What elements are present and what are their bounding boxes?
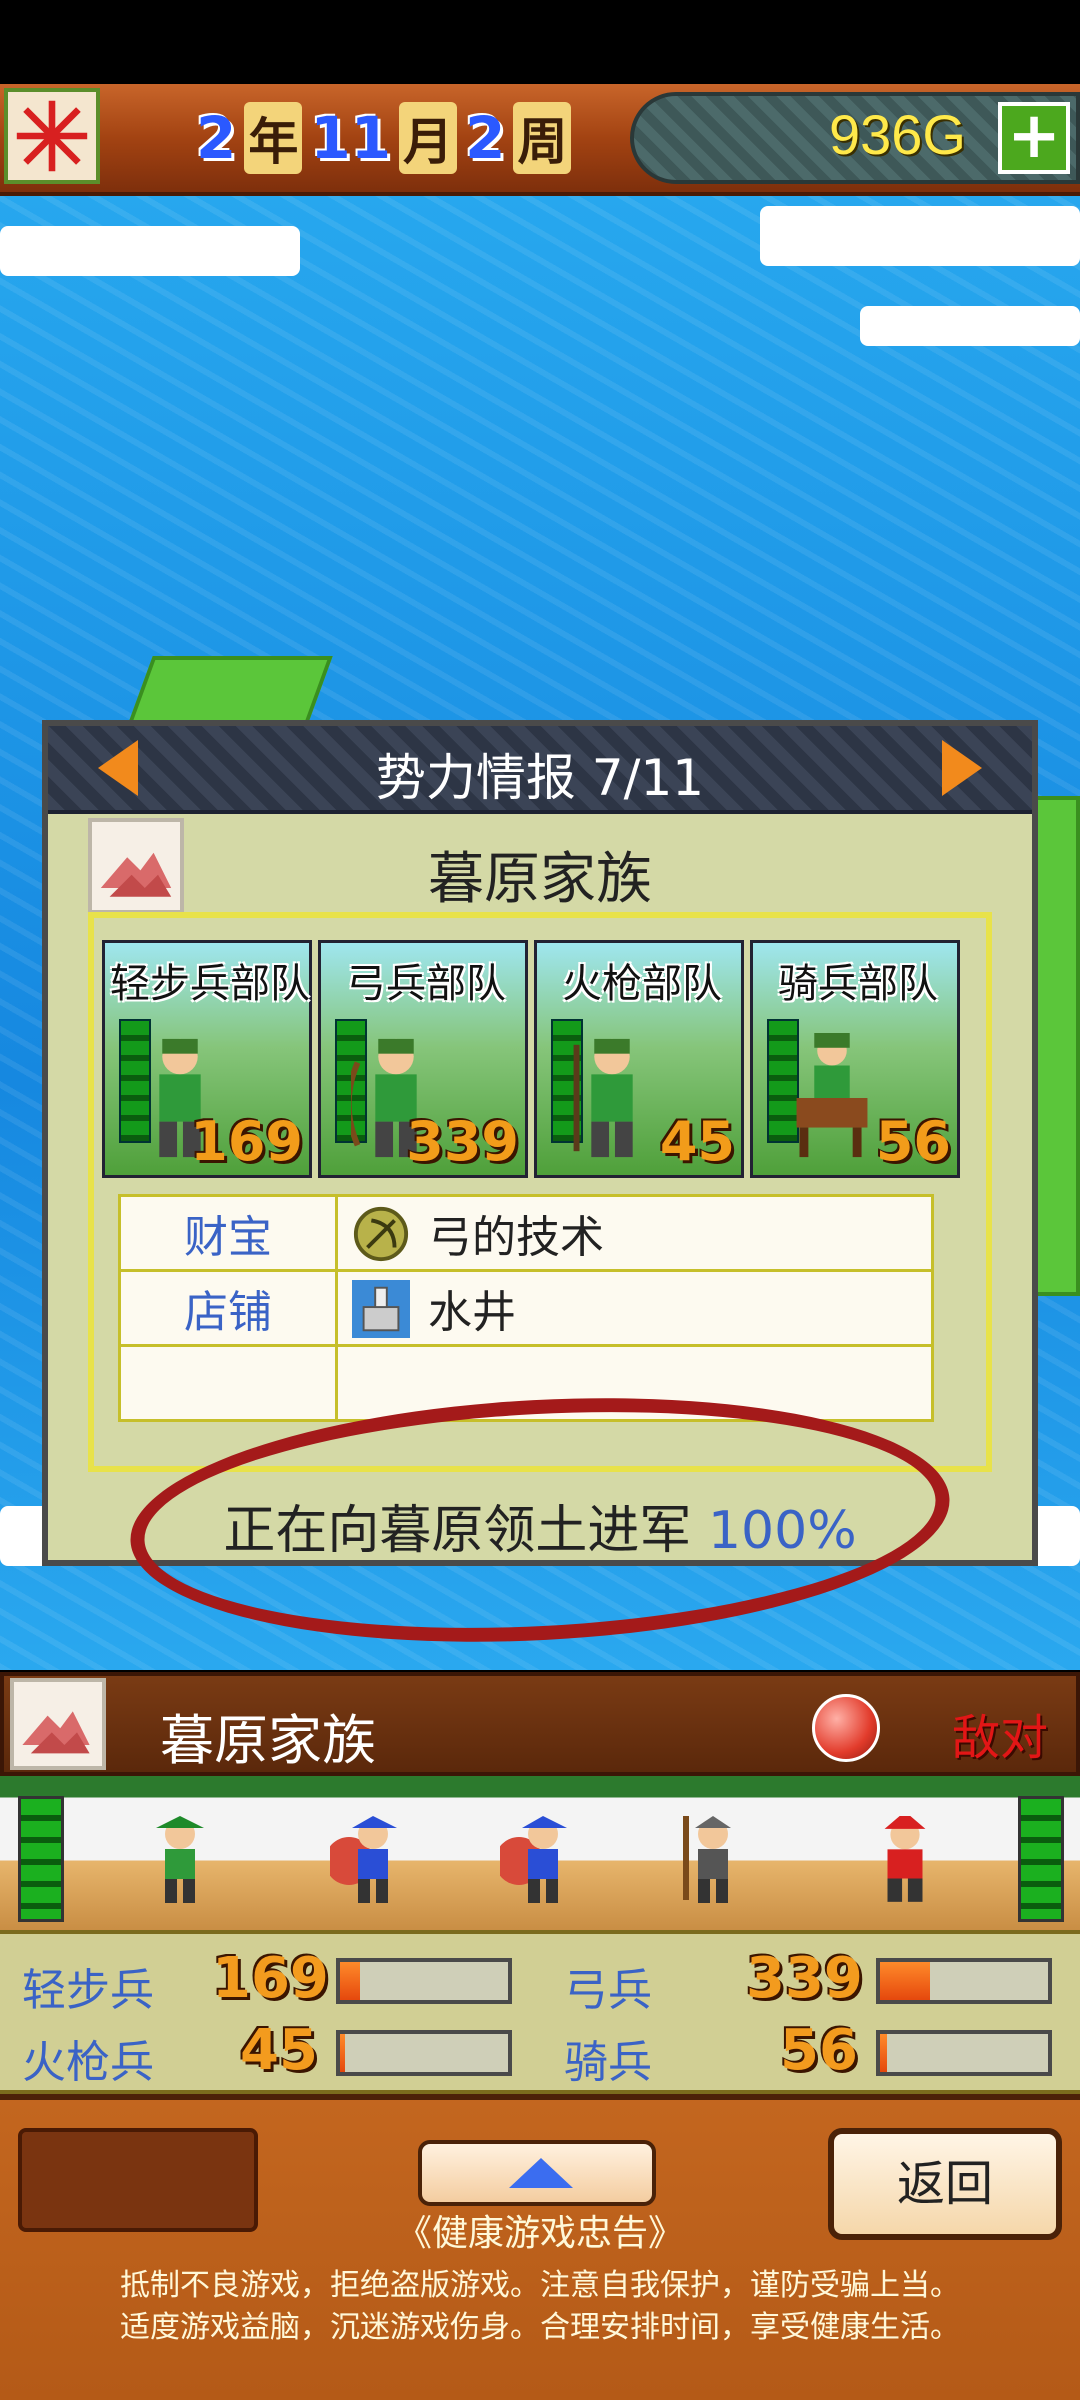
- stat-value: 169: [212, 1946, 329, 2011]
- unit-label: 火枪部队: [562, 961, 722, 1007]
- stat-bar: [336, 1958, 512, 2004]
- relation-label: 敌对: [951, 1710, 1048, 1766]
- unit-count: 45: [659, 1110, 735, 1173]
- cloud: [760, 206, 1080, 266]
- panel-header: 势力情报 7/11: [48, 726, 1032, 814]
- gold-amount: 936G: [829, 103, 966, 166]
- bow-skill-icon: [353, 1206, 409, 1262]
- archer-troop-icon: [500, 1816, 567, 1903]
- row-key: [118, 1344, 338, 1422]
- footer-bar: 返回 《健康游戏忠告》 抵制不良游戏，拒绝盗版游戏。注意自我保护，谨防受骗上当。…: [0, 2094, 1080, 2400]
- stat-value: 56: [780, 2018, 858, 2083]
- unit-count: 169: [190, 1110, 303, 1173]
- row-value-cell: 弓的技术: [335, 1194, 934, 1272]
- unit-count: 56: [875, 1110, 951, 1173]
- right-banner-icon: [1018, 1796, 1064, 1922]
- faction-info-table: 财宝 弓的技术 店铺 水井: [118, 1194, 934, 1422]
- battle-clan-name: 暮原家族: [160, 1709, 376, 1772]
- stat-fill: [880, 1962, 931, 2000]
- health-advice-line: 抵制不良游戏，拒绝盗版游戏。注意自我保护，谨防受骗上当。: [120, 2268, 960, 2303]
- enemy-general-icon: [884, 1816, 926, 1902]
- cloud: [0, 226, 300, 276]
- stat-bar: [876, 2030, 1052, 2076]
- stat-fill: [340, 2034, 346, 2072]
- unit-label: 轻步兵部队: [110, 961, 310, 1007]
- infantry-troop-icon: [156, 1816, 204, 1903]
- row-value: 弓的技术: [428, 1212, 604, 1263]
- row-key: 店铺: [118, 1269, 338, 1347]
- unit-card-musketeers[interactable]: 火枪部队 45: [534, 940, 744, 1178]
- week-value: 2: [465, 104, 506, 172]
- triangle-up-icon: [509, 2158, 573, 2188]
- unit-label: 弓兵部队: [346, 961, 506, 1007]
- row-value-cell: 水井: [335, 1269, 934, 1347]
- player-crest-icon[interactable]: [4, 88, 100, 184]
- panel-title: 势力情报 7/11: [375, 749, 705, 807]
- add-gold-button[interactable]: +: [998, 102, 1070, 174]
- stat-label: 骑兵: [564, 2037, 652, 2088]
- unit-label: 骑兵部队: [778, 961, 938, 1007]
- table-row: 店铺 水井: [118, 1269, 934, 1347]
- battlefield-scene: [0, 1776, 1080, 1930]
- month-value: 11: [310, 104, 392, 172]
- stat-label: 弓兵: [564, 1965, 652, 2016]
- well-icon: [352, 1280, 410, 1338]
- stat-label: 火枪兵: [22, 2037, 154, 2088]
- battle-clan-bar: 暮原家族 敌对: [0, 1672, 1080, 1776]
- clan-name: 暮原家族: [428, 847, 652, 912]
- unit-count: 339: [406, 1110, 519, 1173]
- unit-card-cavalry[interactable]: 骑兵部队 56: [750, 940, 960, 1178]
- cavalry-sprite-icon: [796, 1033, 868, 1158]
- row-value: 水井: [428, 1287, 516, 1338]
- cloud: [860, 306, 1080, 346]
- musketeer-troop-icon: [683, 1816, 731, 1903]
- health-advice-line: 适度游戏益脑，沉迷游戏伤身。合理安排时间，享受健康生活。: [120, 2310, 960, 2345]
- troop-stats: 轻步兵 169 弓兵 339 火枪兵 45 骑兵 56: [0, 1930, 1080, 2094]
- unit-card-archers[interactable]: 弓兵部队 339: [318, 940, 528, 1178]
- stat-bar: [336, 2030, 512, 2076]
- expand-up-button[interactable]: [418, 2140, 656, 2206]
- status-bar-area: [0, 0, 1080, 84]
- stat-label: 轻步兵: [22, 1965, 154, 2016]
- month-unit: 月: [399, 102, 458, 174]
- stat-value: 339: [746, 1946, 863, 2011]
- row-key: 财宝: [118, 1194, 338, 1272]
- health-advice-title: 《健康游戏忠告》: [395, 2213, 684, 2254]
- clan-crest-icon: [10, 1678, 106, 1770]
- year-value: 2: [196, 104, 237, 172]
- left-banner-icon: [18, 1796, 64, 1922]
- enemy-face-icon: [812, 1694, 880, 1762]
- stat-value: 45: [240, 2018, 318, 2083]
- year-unit: 年: [244, 102, 303, 174]
- archer-troop-icon: [330, 1816, 397, 1903]
- faction-details: 轻步兵部队 169 弓兵部队 339 火枪部队 45 骑兵部队 56 财宝 弓的…: [88, 912, 992, 1472]
- calendar-date: 2 年 11 月 2 周: [196, 98, 572, 178]
- musketeer-sprite-icon: [573, 1038, 633, 1158]
- stat-bar: [876, 1958, 1052, 2004]
- table-row: 财宝 弓的技术: [118, 1194, 934, 1272]
- map-island: [127, 656, 333, 726]
- week-unit: 周: [513, 102, 572, 174]
- stat-fill: [880, 2034, 887, 2072]
- stat-fill: [340, 1962, 361, 2000]
- next-faction-arrow-icon[interactable]: [942, 740, 982, 796]
- unit-card-light-infantry[interactable]: 轻步兵部队 169: [102, 940, 312, 1178]
